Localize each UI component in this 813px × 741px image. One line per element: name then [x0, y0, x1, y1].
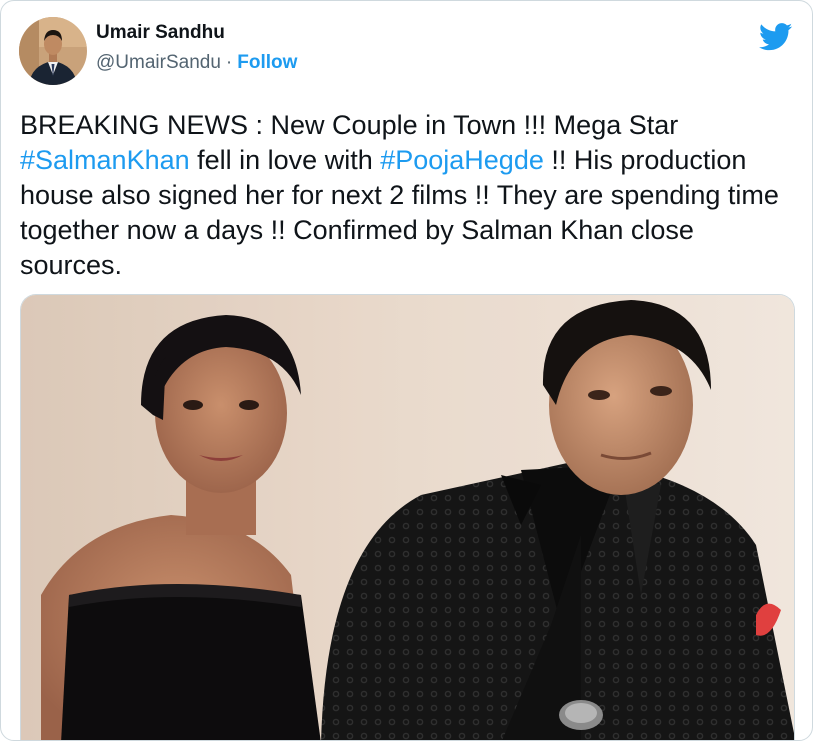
author-names: Umair Sandhu @UmairSandu · Follow: [96, 22, 297, 75]
author-display-name[interactable]: Umair Sandhu: [96, 21, 297, 45]
avatar[interactable]: [19, 17, 87, 85]
twitter-bird-icon[interactable]: [759, 23, 793, 51]
tweet-text: BREAKING NEWS : New Couple in Town !!! M…: [20, 108, 800, 283]
tweet-text-part1: BREAKING NEWS : New Couple in Town !!! M…: [20, 110, 679, 140]
tweet-media-photo[interactable]: [20, 294, 795, 740]
photo-image: [21, 295, 794, 740]
author-handle-row: @UmairSandu · Follow: [96, 51, 297, 75]
avatar-image: [19, 17, 87, 85]
hashtag-salmankhan[interactable]: #SalmanKhan: [20, 145, 190, 175]
tweet-text-part2: fell in love with: [189, 145, 381, 175]
tweet-card: Umair Sandhu @UmairSandu · Follow BREAKING…: [0, 0, 813, 741]
tweet-header: Umair Sandhu @UmairSandu · Follow: [19, 17, 297, 85]
separator-dot: ·: [225, 52, 233, 73]
author-handle[interactable]: @UmairSandu: [96, 52, 221, 73]
follow-button[interactable]: Follow: [237, 52, 297, 73]
hashtag-poojahegde[interactable]: #PoojaHegde: [380, 145, 544, 175]
